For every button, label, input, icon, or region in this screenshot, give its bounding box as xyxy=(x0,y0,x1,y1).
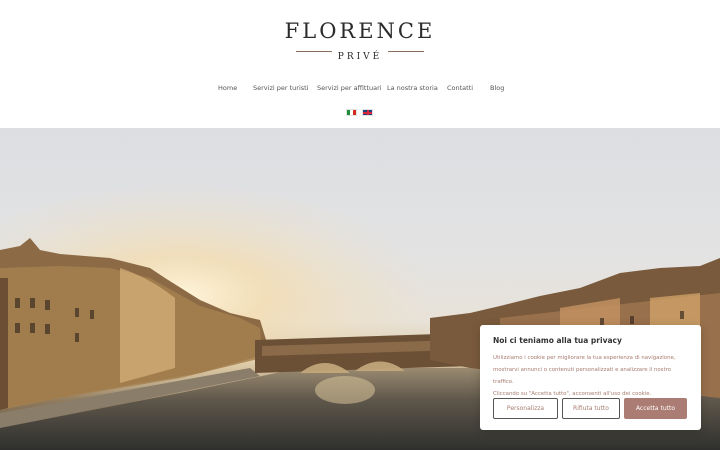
site-header: FLORENCE PRIVÉ Home Servizi per turisti … xyxy=(0,0,720,128)
accept-all-button[interactable]: Accetta tutto xyxy=(624,398,687,419)
logo-divider-right xyxy=(388,51,424,52)
customize-button[interactable]: Personalizza xyxy=(493,398,558,419)
site-logo[interactable]: FLORENCE PRIVÉ xyxy=(0,18,720,62)
nav-item-our-story[interactable]: La nostra storia xyxy=(387,84,438,92)
nav-item-contacts[interactable]: Contatti xyxy=(447,84,473,92)
cookie-consent-banner: Noi ci teniamo alla tua privacy Utilizzi… xyxy=(480,325,701,430)
logo-subtitle-row: PRIVÉ xyxy=(290,44,430,62)
nav-item-landlord-services[interactable]: Servizi per affittuari xyxy=(317,84,382,92)
cookie-text-line: mostrarvi annunci o contenuti personaliz… xyxy=(493,367,671,385)
nav-item-blog[interactable]: Blog xyxy=(490,84,504,92)
cookie-text-line: Utilizziamo i cookie per migliorare la t… xyxy=(493,355,676,361)
nav-item-tourist-services[interactable]: Servizi per turisti xyxy=(253,84,309,92)
logo-divider-left xyxy=(296,51,332,52)
cookie-title: Noi ci teniamo alla tua privacy xyxy=(493,336,622,345)
logo-subtitle: PRIVÉ xyxy=(337,52,383,62)
nav-item-home[interactable]: Home xyxy=(218,84,237,92)
cookie-text: Utilizziamo i cookie per migliorare la t… xyxy=(493,352,693,400)
uk-flag-icon[interactable] xyxy=(362,109,373,116)
reject-all-button[interactable]: Rifiuta tutto xyxy=(562,398,620,419)
main-nav: Home Servizi per turisti Servizi per aff… xyxy=(0,84,720,98)
logo-title: FLORENCE xyxy=(284,19,436,43)
italy-flag-icon[interactable] xyxy=(346,109,357,116)
